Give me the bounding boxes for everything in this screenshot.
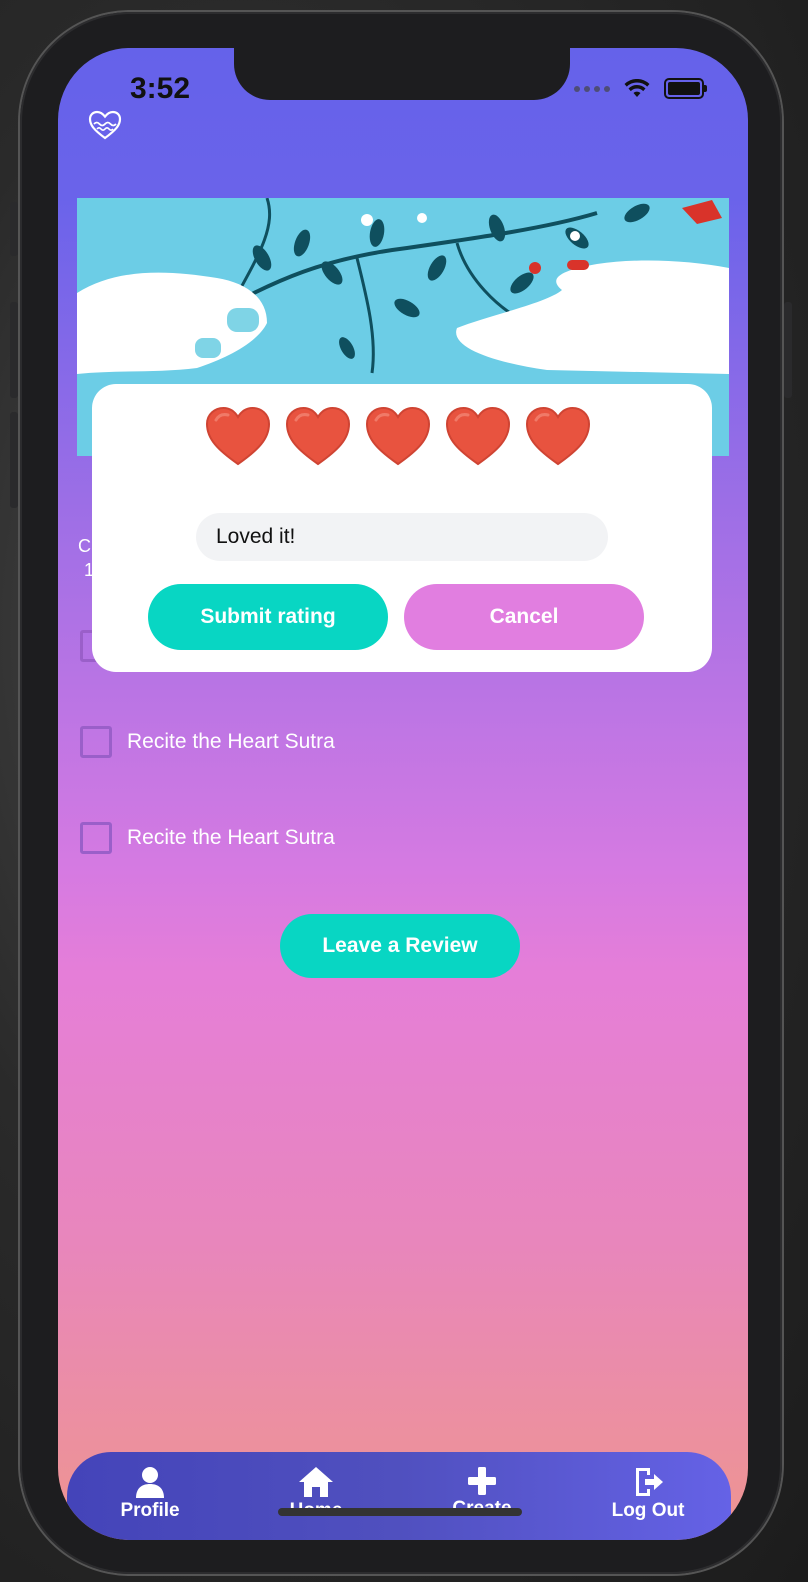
heart-rating-icon[interactable] [524,404,592,468]
obscured-text-line: C [78,536,91,556]
submit-rating-button[interactable]: Submit rating [148,584,388,650]
signal-dots-icon [574,85,610,92]
tab-profile[interactable]: Profile [80,1466,220,1522]
task-checkbox[interactable] [80,726,112,758]
plus-icon [468,1467,496,1495]
wifi-icon [624,78,650,97]
home-icon [299,1467,333,1497]
heart-wave-icon[interactable] [88,110,122,145]
tab-label: Log Out [611,1500,685,1521]
task-item[interactable]: Recite the Heart Sutra [80,726,335,758]
review-comment-input[interactable] [196,513,608,561]
power-button [784,302,792,398]
app-screen: 3:52 C 1 Recite the Heart Sutra Recite t… [58,48,748,1540]
heart-rating-icon[interactable] [204,404,272,468]
status-icons [574,78,707,99]
tab-logout[interactable]: Log Out [578,1466,718,1522]
tab-label: Profile [120,1500,180,1521]
leave-review-button[interactable]: Leave a Review [280,914,520,978]
task-checkbox[interactable] [80,822,112,854]
person-icon [136,1467,164,1498]
logout-icon [636,1468,663,1496]
status-time: 3:52 [130,72,191,105]
task-item[interactable]: Recite the Heart Sutra [80,822,335,854]
task-label: Recite the Heart Sutra [127,730,335,753]
heart-rating-icon[interactable] [364,404,432,468]
mute-switch [10,202,18,256]
home-indicator [278,1508,522,1516]
battery-icon [664,78,707,99]
heart-rating-icon[interactable] [284,404,352,468]
rating-modal: Submit rating Cancel [92,384,712,672]
volume-down-button [10,412,18,508]
notch [234,48,570,100]
bottom-tab-bar: Profile Home Create Log Out [67,1452,731,1540]
volume-up-button [10,302,18,398]
cancel-button[interactable]: Cancel [404,584,644,650]
heart-rating-icon[interactable] [444,404,512,468]
task-label: Recite the Heart Sutra [127,826,335,849]
heart-rating[interactable] [204,404,592,468]
